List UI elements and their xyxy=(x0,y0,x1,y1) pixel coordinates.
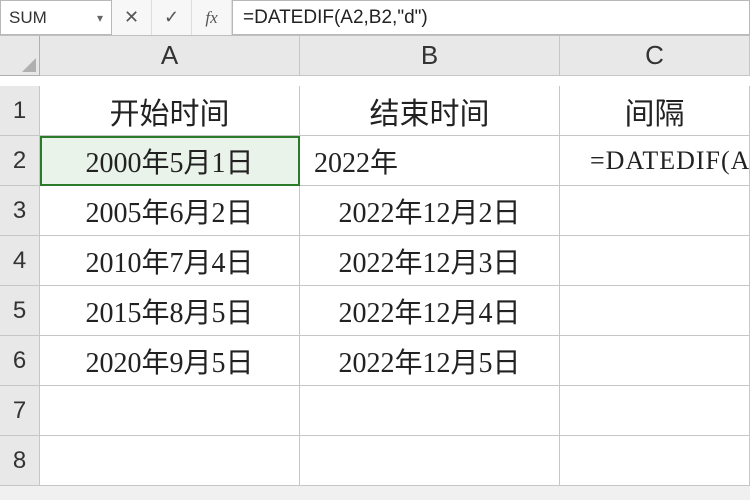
cell-C5[interactable] xyxy=(560,286,750,336)
cell-C1[interactable]: 间隔 xyxy=(560,86,750,136)
row-header-6[interactable]: 6 xyxy=(0,336,40,386)
column-header-C[interactable]: C xyxy=(560,36,750,76)
cell-C3[interactable] xyxy=(560,186,750,236)
cell-C2[interactable]: =DATEDIF(A xyxy=(560,136,750,186)
insert-function-button[interactable]: fx xyxy=(192,0,232,35)
cell-B7[interactable] xyxy=(300,386,560,436)
cell-B6[interactable]: 2022年12月5日 xyxy=(300,336,560,386)
check-icon: ✓ xyxy=(164,7,179,28)
row-header-1[interactable]: 1 xyxy=(0,86,40,136)
cell-C6[interactable] xyxy=(560,336,750,386)
row-header-5[interactable]: 5 xyxy=(0,286,40,336)
spreadsheet-grid: A B C 1 开始时间 结束时间 间隔 2 2000年5月1日 2022年 =… xyxy=(0,36,750,486)
column-header-B[interactable]: B xyxy=(300,36,560,76)
cell-B5[interactable]: 2022年12月4日 xyxy=(300,286,560,336)
cell-B8[interactable] xyxy=(300,436,560,486)
cell-A3[interactable]: 2005年6月2日 xyxy=(40,186,300,236)
cell-B2[interactable]: 2022年 xyxy=(300,136,560,186)
cancel-formula-button[interactable]: ✕ xyxy=(112,0,152,35)
row-header-7[interactable]: 7 xyxy=(0,386,40,436)
fx-icon: fx xyxy=(205,8,217,28)
cell-A4[interactable]: 2010年7月4日 xyxy=(40,236,300,286)
name-box[interactable]: SUM ▾ xyxy=(0,0,112,35)
row-header-2[interactable]: 2 xyxy=(0,136,40,186)
cell-A1[interactable]: 开始时间 xyxy=(40,86,300,136)
row-header-8[interactable]: 8 xyxy=(0,436,40,486)
formula-text: =DATEDIF(A2,B2,"d") xyxy=(243,7,428,29)
cell-A5[interactable]: 2015年8月5日 xyxy=(40,286,300,336)
select-all-corner[interactable] xyxy=(0,36,40,76)
formula-bar: SUM ▾ ✕ ✓ fx =DATEDIF(A2,B2,"d") xyxy=(0,0,750,36)
name-box-value: SUM xyxy=(9,8,47,28)
cell-A2[interactable]: 2000年5月1日 xyxy=(40,136,300,186)
close-icon: ✕ xyxy=(124,7,139,28)
cell-A6[interactable]: 2020年9月5日 xyxy=(40,336,300,386)
confirm-formula-button[interactable]: ✓ xyxy=(152,0,192,35)
cell-A7[interactable] xyxy=(40,386,300,436)
cell-C7[interactable] xyxy=(560,386,750,436)
cell-A8[interactable] xyxy=(40,436,300,486)
cell-B1[interactable]: 结束时间 xyxy=(300,86,560,136)
cell-B4[interactable]: 2022年12月3日 xyxy=(300,236,560,286)
cell-B3[interactable]: 2022年12月2日 xyxy=(300,186,560,236)
column-header-A[interactable]: A xyxy=(40,36,300,76)
chevron-down-icon[interactable]: ▾ xyxy=(97,11,103,25)
cell-C4[interactable] xyxy=(560,236,750,286)
cell-C8[interactable] xyxy=(560,436,750,486)
row-header-4[interactable]: 4 xyxy=(0,236,40,286)
formula-input[interactable]: =DATEDIF(A2,B2,"d") xyxy=(232,0,750,35)
row-header-3[interactable]: 3 xyxy=(0,186,40,236)
